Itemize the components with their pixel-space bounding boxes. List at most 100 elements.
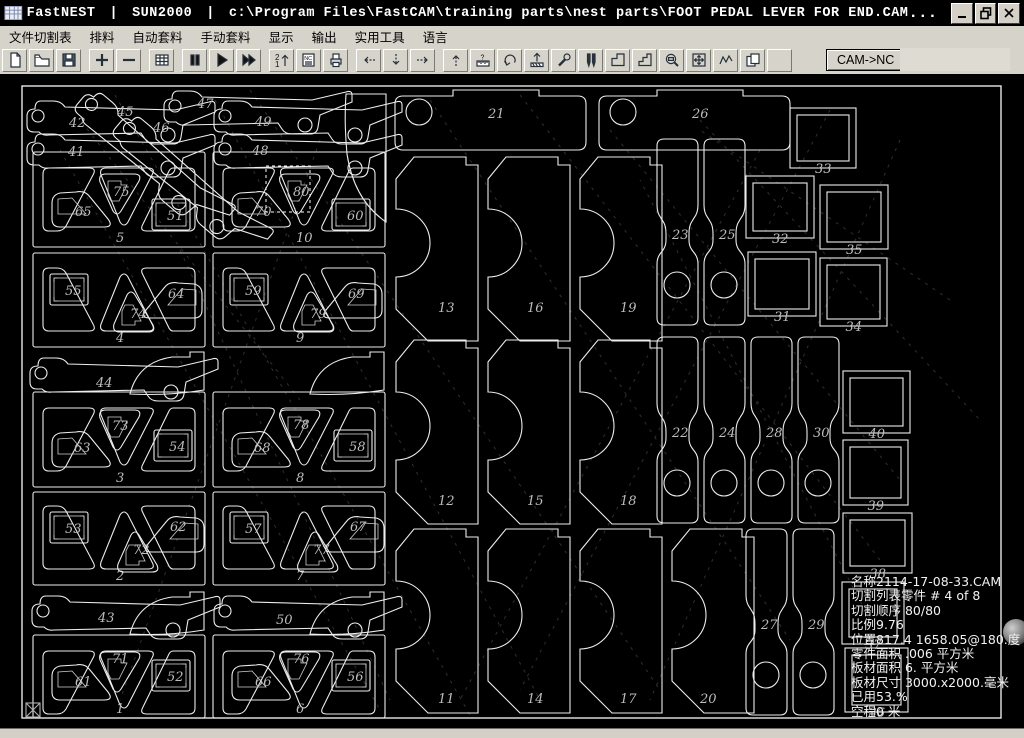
measure-button[interactable] [470, 49, 495, 72]
align-part-button[interactable] [524, 49, 549, 72]
part-blob-64[interactable]: 64 [144, 283, 202, 318]
run-nest-button[interactable] [209, 49, 234, 72]
menu-item-3[interactable]: 手动套料 [192, 25, 260, 48]
part-big-16[interactable]: 16 [488, 157, 570, 341]
move-right-button[interactable] [410, 49, 435, 72]
part-tri-75[interactable]: 75 [100, 174, 140, 214]
part-big-14[interactable]: 14 [488, 529, 570, 713]
part-bar-26[interactable]: 26 [599, 90, 790, 150]
menu-item-4[interactable]: 显示 [260, 25, 303, 48]
open-file-button[interactable] [29, 49, 54, 72]
part-number: 23 [671, 228, 689, 243]
part-tri-76[interactable]: 76 [280, 652, 320, 692]
part-square-40[interactable]: 40 [843, 371, 910, 442]
part-square-32[interactable]: 32 [746, 176, 814, 247]
part-blob-61[interactable]: 61 [52, 665, 110, 700]
save-file-button[interactable] [56, 49, 81, 72]
nc-code-button[interactable] [296, 49, 321, 72]
part-big-13[interactable]: 13 [396, 157, 478, 341]
new-file-button[interactable] [2, 49, 27, 72]
skeleton-swoosh[interactable] [130, 352, 204, 395]
cut-path-button[interactable] [713, 49, 738, 72]
status-line-2: 切割顺序 80/80 [851, 604, 1020, 618]
part-big-12[interactable]: 12 [396, 340, 478, 524]
close-button[interactable] [998, 3, 1020, 24]
part-big-17[interactable]: 17 [580, 529, 662, 713]
part-tri-79[interactable]: 79 [294, 292, 334, 332]
menu-item-7[interactable]: 语言 [414, 25, 457, 48]
part-lever-41[interactable]: 41 [27, 134, 215, 177]
open-file-icon [34, 52, 50, 68]
part-dogbone-22[interactable]: 22 [657, 337, 698, 523]
part-big-18[interactable]: 18 [580, 340, 662, 524]
menu-item-0[interactable]: 文件切割表 [0, 25, 81, 48]
move-down-button[interactable] [383, 49, 408, 72]
pause-nest-button[interactable] [182, 49, 207, 72]
move-up-button[interactable] [443, 49, 468, 72]
restore-button[interactable] [975, 3, 997, 24]
fit-view-button[interactable] [686, 49, 711, 72]
part-blob-66[interactable]: 66 [232, 665, 290, 700]
part-big-15[interactable]: 15 [488, 340, 570, 524]
part-dogbone-28[interactable]: 28 [751, 337, 792, 523]
shape-a-button[interactable] [605, 49, 630, 72]
menu-item-1[interactable]: 排料 [81, 25, 124, 48]
part-lever-43[interactable]: 43 [32, 596, 220, 639]
torch-setup-button[interactable] [578, 49, 603, 72]
part-big-19[interactable]: 19 [580, 157, 662, 341]
part-smallsq-54[interactable]: 54 [154, 430, 192, 461]
part-lever-44[interactable]: 44 [30, 358, 218, 401]
rotate-part-button[interactable] [497, 49, 522, 72]
part-square-35[interactable]: 35 [820, 185, 888, 258]
part-tri-80[interactable]: 80 [280, 174, 320, 214]
part-dogbone-25[interactable]: 25 [704, 139, 745, 325]
part-dogbone-23[interactable]: 23 [657, 139, 698, 325]
part-square-38[interactable]: 38 [843, 513, 912, 582]
part-tri-78[interactable]: 78 [280, 410, 320, 450]
part-square-31[interactable]: 31 [748, 252, 816, 325]
tools-button[interactable] [551, 49, 576, 72]
part-dogbone-30[interactable]: 30 [798, 337, 839, 523]
skeleton-swoosh[interactable] [310, 352, 384, 395]
menu-item-2[interactable]: 自动套料 [124, 25, 192, 48]
part-lever-50[interactable]: 50 [214, 596, 402, 639]
add-part-button[interactable] [89, 49, 114, 72]
move-left-button[interactable] [356, 49, 381, 72]
menu-item-6[interactable]: 实用工具 [346, 25, 414, 48]
part-number: 25 [718, 228, 736, 243]
part-dogbone-29[interactable]: 29 [793, 529, 834, 715]
part-smallsq-60[interactable]: 60 [332, 199, 370, 230]
rotate-part-icon [502, 52, 518, 68]
part-lever-49[interactable]: 49 [214, 101, 402, 144]
part-smallsq-58[interactable]: 58 [334, 430, 372, 461]
part-number: 21 [487, 107, 505, 122]
part-dogbone-24[interactable]: 24 [704, 337, 745, 523]
part-big-11[interactable]: 11 [396, 529, 478, 713]
part-number: 11 [438, 692, 455, 707]
cam-to-nc-button[interactable]: CAM->NC [826, 49, 905, 71]
part-dogbone-27[interactable]: 27 [746, 529, 787, 715]
zoom-window-button[interactable] [659, 49, 684, 72]
part-number: 39 [868, 499, 885, 514]
part-smallsq-56[interactable]: 56 [332, 660, 370, 691]
remove-part-button[interactable] [116, 49, 141, 72]
fast-run-nest-button[interactable] [236, 49, 261, 72]
part-tri-71[interactable]: 71 [100, 652, 140, 692]
title-profile: SUN2000 [132, 6, 192, 21]
plate-grid-button[interactable] [149, 49, 174, 72]
part-tri-73[interactable]: 73 [100, 410, 140, 450]
menu-bar: 文件切割表排料自动套料手动套料显示输出实用工具语言 [0, 26, 1024, 47]
part-smallsq-52[interactable]: 52 [152, 660, 190, 691]
minimize-button[interactable] [951, 3, 973, 24]
part-tri-74[interactable]: 74 [114, 292, 154, 332]
part-blob-69[interactable]: 69 [324, 283, 382, 318]
shape-b-button[interactable] [632, 49, 657, 72]
cut-sequence-button[interactable] [269, 49, 294, 72]
nest-canvas[interactable]: 5104938271613121116151419181720212623252… [0, 74, 1024, 730]
part-big-20[interactable]: 20 [672, 529, 754, 713]
copy-sheet-button[interactable] [740, 49, 765, 72]
print-button[interactable] [323, 49, 348, 72]
part-bar-21[interactable]: 21 [395, 90, 586, 150]
spacer-button[interactable] [767, 49, 792, 72]
menu-item-5[interactable]: 输出 [303, 25, 346, 48]
